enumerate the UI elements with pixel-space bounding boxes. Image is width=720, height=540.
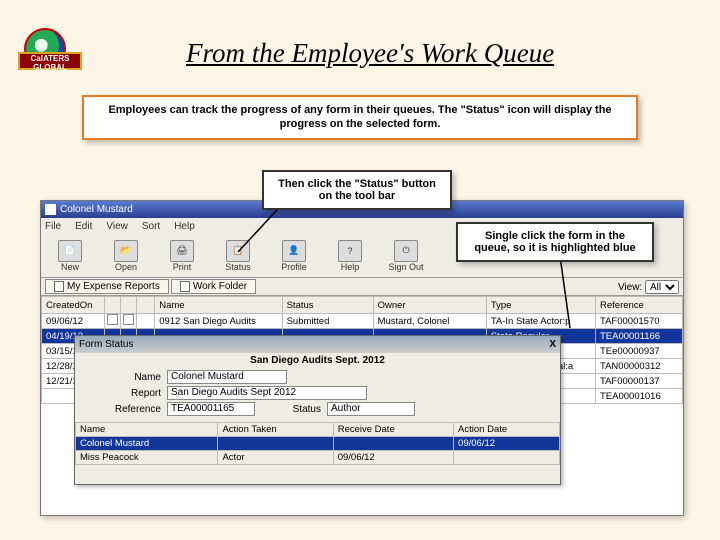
window-title: Colonel Mustard bbox=[60, 201, 133, 218]
tabbar: My Expense Reports Work Folder View: All bbox=[41, 278, 683, 296]
lbl-status: Status bbox=[275, 404, 321, 415]
note-select: Single click the form in the queue, so i… bbox=[456, 222, 654, 262]
document-icon bbox=[180, 281, 190, 292]
tb-help[interactable]: ?Help bbox=[327, 236, 373, 276]
tab-work-folder[interactable]: Work Folder bbox=[171, 279, 256, 294]
fld-ref: TEA00001165 bbox=[167, 402, 255, 416]
lbl-report: Report bbox=[105, 388, 161, 399]
hdr-ic1[interactable] bbox=[104, 297, 120, 314]
hdr-name[interactable]: Name bbox=[155, 297, 282, 314]
lbl-ref: Reference bbox=[105, 404, 161, 415]
view-selector: View: All bbox=[618, 280, 679, 294]
sh-act[interactable]: Action Date bbox=[454, 423, 560, 437]
status-headline: San Diego Audits Sept. 2012 bbox=[75, 353, 560, 368]
fld-name: Colonel Mustard bbox=[167, 370, 287, 384]
tb-status[interactable]: 📋Status bbox=[215, 236, 261, 276]
tb-signout[interactable]: ⏻Sign Out bbox=[383, 236, 429, 276]
close-icon[interactable]: X bbox=[549, 336, 556, 353]
fld-status: Author bbox=[327, 402, 415, 416]
open-icon: 📂 bbox=[114, 240, 138, 262]
status-panel-title: Form Status bbox=[79, 336, 133, 353]
tab-my-expense[interactable]: My Expense Reports bbox=[45, 279, 169, 294]
hdr-status[interactable]: Status bbox=[282, 297, 373, 314]
attach-icon bbox=[123, 314, 134, 325]
hdr-reference[interactable]: Reference bbox=[596, 297, 683, 314]
table-row[interactable]: Miss PeacockActor09/06/12 bbox=[76, 451, 560, 465]
signout-icon: ⏻ bbox=[394, 240, 418, 262]
menu-view[interactable]: View bbox=[106, 221, 128, 232]
status-panel-titlebar: Form Status X bbox=[75, 336, 560, 353]
page-title: From the Employee's Work Queue bbox=[186, 38, 554, 69]
tb-new[interactable]: 📄New bbox=[47, 236, 93, 276]
calaters-logo: CalATERSGLOBAL bbox=[18, 22, 84, 78]
sh-name[interactable]: Name bbox=[76, 423, 218, 437]
hdr-type[interactable]: Type bbox=[486, 297, 595, 314]
hdr-created[interactable]: CreatedOn bbox=[42, 297, 105, 314]
sh-action[interactable]: Action Taken bbox=[218, 423, 333, 437]
status-kv: Name Colonel Mustard Report San Diego Audi… bbox=[75, 368, 560, 420]
view-label: View: bbox=[618, 282, 642, 293]
logo-text: CalATERSGLOBAL bbox=[18, 52, 82, 70]
help-icon: ? bbox=[338, 240, 362, 262]
view-select[interactable]: All bbox=[645, 280, 679, 294]
fld-report: San Diego Audits Sept 2012 bbox=[167, 386, 367, 400]
tb-print[interactable]: 🖨Print bbox=[159, 236, 205, 276]
print-icon: 🖨 bbox=[170, 240, 194, 262]
note-status: Then click the "Status" button on the to… bbox=[262, 170, 452, 210]
table-row[interactable]: Colonel Mustard09/06/12 bbox=[76, 437, 560, 451]
hdr-owner[interactable]: Owner bbox=[373, 297, 486, 314]
tb-open[interactable]: 📂Open bbox=[103, 236, 149, 276]
form-icon bbox=[107, 314, 118, 325]
grid-header: CreatedOn Name Status Owner Type Referen… bbox=[42, 297, 683, 314]
tb-profile[interactable]: 👤Profile bbox=[271, 236, 317, 276]
sh-recv[interactable]: Receive Date bbox=[333, 423, 453, 437]
new-icon: 📄 bbox=[58, 240, 82, 262]
menu-edit[interactable]: Edit bbox=[75, 221, 92, 232]
document-icon bbox=[54, 281, 64, 292]
status-icon: 📋 bbox=[226, 240, 250, 262]
table-row[interactable]: 09/06/120912 San Diego AuditsSubmittedMu… bbox=[42, 314, 683, 329]
profile-icon: 👤 bbox=[282, 240, 306, 262]
hdr-ic2[interactable] bbox=[120, 297, 136, 314]
menu-help[interactable]: Help bbox=[174, 221, 195, 232]
status-history-grid: Name Action Taken Receive Date Action Da… bbox=[75, 422, 560, 465]
app-icon bbox=[45, 204, 56, 215]
form-status-panel: Form Status X San Diego Audits Sept. 201… bbox=[74, 335, 561, 485]
menu-file[interactable]: File bbox=[45, 221, 61, 232]
hdr-ic3[interactable] bbox=[137, 297, 155, 314]
note-main: Employees can track the progress of any … bbox=[82, 95, 638, 140]
lbl-name: Name bbox=[105, 372, 161, 383]
menu-sort[interactable]: Sort bbox=[142, 221, 160, 232]
